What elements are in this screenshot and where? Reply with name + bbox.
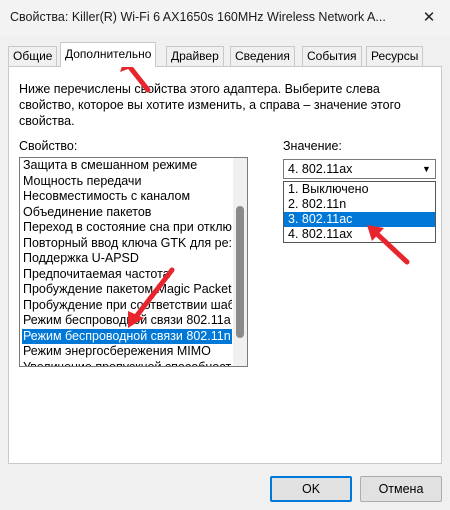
property-list-item[interactable]: Режим беспроводной связи 802.11а <box>22 313 232 329</box>
tab-details[interactable]: Сведения <box>230 46 295 66</box>
value-current: 4. 802.11ax <box>288 162 353 176</box>
tab-resources[interactable]: Ресурсы <box>366 46 424 66</box>
property-list-item[interactable]: Повторный ввод ключа GTK для ре: <box>22 236 232 252</box>
property-list-item[interactable]: Защита в смешанном режиме <box>22 158 232 174</box>
tab-advanced[interactable]: Дополнительно <box>60 42 157 67</box>
ok-button[interactable]: OK <box>270 476 352 502</box>
advanced-panel: Ниже перечислены свойства этого адаптера… <box>8 66 442 464</box>
property-list-item[interactable]: Переход в состояние сна при отклю <box>22 220 232 236</box>
value-label: Значение: <box>283 139 342 153</box>
property-list-item[interactable]: Пробуждение пакетом Magic Packet <box>22 282 232 298</box>
value-dropdown-list: 1. Выключено 2. 802.11n 3. 802.11ac 4. 802.… <box>283 181 436 243</box>
property-list-item[interactable]: Увеличение пропускной способност <box>22 360 232 367</box>
property-list-item[interactable]: Несовместимость с каналом <box>22 189 232 205</box>
close-icon: ✕ <box>422 9 436 26</box>
value-option[interactable]: 3. 802.11ac <box>284 212 435 227</box>
value-option[interactable]: 2. 802.11n <box>284 197 435 212</box>
property-list-item[interactable]: Режим энергосбережения MIMO <box>22 344 232 360</box>
description-text: Ниже перечислены свойства этого адаптера… <box>19 82 401 128</box>
tab-general[interactable]: Общие <box>8 46 58 66</box>
cancel-button[interactable]: Отмена <box>360 476 442 502</box>
tab-strip: Общие Дополнительно Драйвер Сведения Соб… <box>8 42 442 67</box>
title-bar: Свойства: Killer(R) Wi-Fi 6 AX1650s 160M… <box>0 0 450 36</box>
scrollbar-thumb[interactable] <box>236 206 244 338</box>
property-list-item[interactable]: Предпочитаемая частота <box>22 267 232 283</box>
close-button[interactable]: ✕ <box>408 0 450 34</box>
window-title: Свойства: Killer(R) Wi-Fi 6 AX1650s 160M… <box>10 10 386 24</box>
property-list-item[interactable]: Пробуждение при соответствии шаб <box>22 298 232 314</box>
value-combobox[interactable]: 4. 802.11ax ▼ <box>283 159 436 179</box>
property-list-item[interactable]: Режим беспроводной связи 802.11n <box>22 328 232 344</box>
tab-events[interactable]: События <box>302 46 362 66</box>
value-option[interactable]: 1. Выключено <box>284 182 435 197</box>
property-scrollbar[interactable] <box>233 158 247 366</box>
tab-driver[interactable]: Драйвер <box>166 46 224 66</box>
property-list-item[interactable]: Поддержка U-APSD <box>22 251 232 267</box>
property-list-item[interactable]: Мощность передачи <box>22 174 232 190</box>
property-list: Защита в смешанном режиме Мощность переда… <box>22 158 232 367</box>
property-label: Свойство: <box>19 139 78 153</box>
value-option[interactable]: 4. 802.11ax <box>284 227 435 242</box>
property-listbox[interactable]: Защита в смешанном режиме Мощность переда… <box>19 157 248 367</box>
property-list-item[interactable]: Объединение пакетов <box>22 205 232 221</box>
chevron-down-icon[interactable]: ▼ <box>418 160 435 178</box>
